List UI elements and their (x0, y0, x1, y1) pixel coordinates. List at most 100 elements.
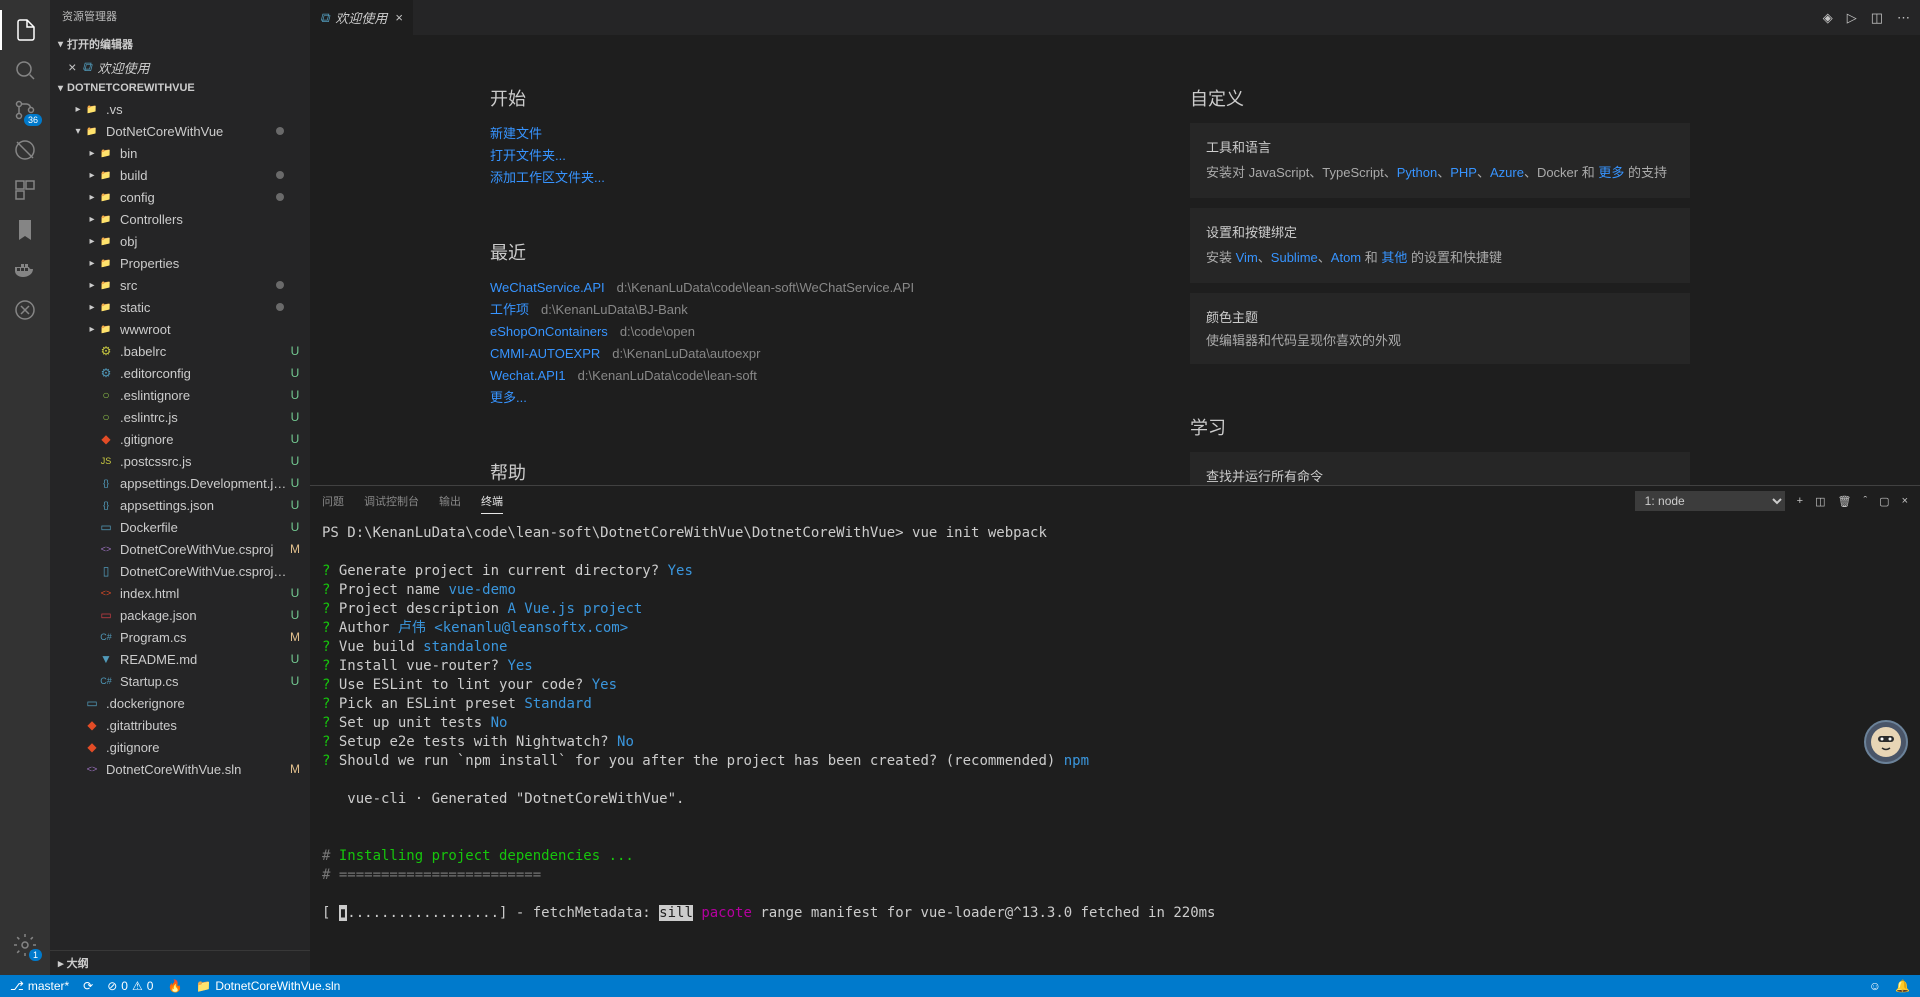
tree-item[interactable]: ○.eslintrc.jsU (50, 406, 310, 428)
search-icon[interactable] (0, 50, 50, 90)
panel-tab[interactable]: 终端 (481, 489, 503, 514)
maximize-icon[interactable]: ▢ (1879, 495, 1889, 508)
welcome-page: 开始 新建文件打开文件夹...添加工作区文件夹... 最近 WeChatServ… (310, 35, 1920, 485)
branch-item[interactable]: ⎇ master* (10, 979, 69, 993)
tree-item[interactable]: ○.eslintignoreU (50, 384, 310, 406)
close-icon[interactable]: × (395, 10, 403, 25)
recent-item[interactable]: CMMI-AUTOEXPRd:\KenanLuData\autoexpr (490, 343, 990, 365)
tree-item[interactable]: ▸📁.vs (50, 98, 310, 120)
more-icon[interactable]: ⋯ (1897, 10, 1910, 26)
customize-box[interactable]: 设置和按键绑定安装 Vim、Sublime、Atom 和 其他 的设置和快捷键 (1190, 208, 1690, 283)
start-link[interactable]: 打开文件夹... (490, 145, 990, 167)
tree-item[interactable]: JS.postcssrc.jsU (50, 450, 310, 472)
tab-actions: ◈ ▷ ◫ ⋯ (1823, 0, 1920, 35)
tree-item[interactable]: {}appsettings.jsonU (50, 494, 310, 516)
tree-item[interactable]: ▭.dockerignore (50, 692, 310, 714)
tree-item[interactable]: ◆.gitattributes (50, 714, 310, 736)
customize-box[interactable]: 颜色主题使编辑器和代码呈现你喜欢的外观 (1190, 293, 1690, 364)
project-header[interactable]: ▾DOTNETCOREWITHVUE (50, 78, 310, 98)
trash-icon[interactable]: 🗑 (1838, 495, 1852, 508)
customize-box[interactable]: 工具和语言安装对 JavaScript、TypeScript、Python、PH… (1190, 123, 1690, 198)
bell-icon[interactable]: 🔔 (1895, 979, 1910, 993)
start-link[interactable]: 新建文件 (490, 123, 990, 145)
tree-item[interactable]: ▸📁build (50, 164, 310, 186)
tree-item[interactable]: ▾📁DotNetCoreWithVue (50, 120, 310, 142)
start-heading: 开始 (490, 85, 990, 111)
close-panel-icon[interactable]: × (1902, 495, 1908, 507)
settings-badge: 1 (29, 949, 42, 961)
file-tree: ▸📁.vs▾📁DotNetCoreWithVue▸📁bin▸📁build▸📁co… (50, 98, 310, 950)
sln-item[interactable]: 📁 DotnetCoreWithVue.sln (196, 979, 340, 993)
extensions-icon[interactable] (0, 170, 50, 210)
open-editor-item[interactable]: × ⧉ 欢迎使用 (50, 56, 310, 78)
activity-bar: 36 1 (0, 0, 50, 975)
recent-item[interactable]: 工作项d:\KenanLuData\BJ-Bank (490, 299, 990, 321)
panel-tab[interactable]: 输出 (439, 489, 461, 514)
run-icon[interactable]: ▷ (1847, 10, 1857, 26)
learn-heading: 学习 (1190, 414, 1690, 440)
recent-heading: 最近 (490, 239, 990, 265)
feedback-icon[interactable]: ☺ (1869, 979, 1881, 993)
tree-item[interactable]: ◆.gitignore (50, 736, 310, 758)
welcome-right: 自定义 工具和语言安装对 JavaScript、TypeScript、Pytho… (1190, 65, 1690, 485)
terminal[interactable]: PS D:\KenanLuData\code\lean-soft\DotnetC… (310, 516, 1920, 975)
tree-item[interactable]: ▸📁bin (50, 142, 310, 164)
help-heading: 帮助 (490, 459, 990, 485)
more-link[interactable]: 更多... (490, 387, 990, 409)
tree-item[interactable]: C#Program.csM (50, 626, 310, 648)
tree-item[interactable]: ▯DotnetCoreWithVue.csproj.user (50, 560, 310, 582)
split-terminal-icon[interactable]: ◫ (1815, 495, 1825, 508)
settings-icon[interactable]: 1 (0, 925, 50, 965)
panel-tab[interactable]: 调试控制台 (364, 489, 419, 514)
sync-item[interactable]: ⟳ (83, 979, 93, 993)
tree-item[interactable]: C#Startup.csU (50, 670, 310, 692)
tree-item[interactable]: ⚙.babelrcU (50, 340, 310, 362)
tree-item[interactable]: ▭DockerfileU (50, 516, 310, 538)
welcome-left: 开始 新建文件打开文件夹...添加工作区文件夹... 最近 WeChatServ… (490, 65, 990, 485)
tree-item[interactable]: ⚙.editorconfigU (50, 362, 310, 384)
open-editors-header[interactable]: ▾打开的编辑器 (50, 32, 310, 56)
main-area: ⧉ 欢迎使用 × ◈ ▷ ◫ ⋯ 开始 新建文件打开文件夹...添加工作区文件夹… (310, 0, 1920, 975)
tree-item[interactable]: ◆.gitignoreU (50, 428, 310, 450)
sidebar-title: 资源管理器 (50, 0, 310, 32)
new-terminal-icon[interactable]: + (1797, 495, 1803, 507)
tree-item[interactable]: <>DotnetCoreWithVue.csprojM (50, 538, 310, 560)
scm-icon[interactable]: 36 (0, 90, 50, 130)
bookmark-icon[interactable] (0, 210, 50, 250)
tree-item[interactable]: ▭package.jsonU (50, 604, 310, 626)
flame-icon[interactable]: 🔥 (167, 979, 182, 993)
tree-item[interactable]: ▸📁src (50, 274, 310, 296)
panel-tabs: 问题调试控制台输出终端 1: node + ◫ 🗑 ˆ ▢ × (310, 486, 1920, 516)
panel-tab[interactable]: 问题 (322, 489, 344, 514)
terminal-select[interactable]: 1: node (1635, 491, 1785, 511)
tree-item[interactable]: ▸📁obj (50, 230, 310, 252)
tree-item[interactable]: ▸📁Controllers (50, 208, 310, 230)
split-icon[interactable]: ◫ (1871, 10, 1883, 26)
tree-item[interactable]: ▸📁wwwroot (50, 318, 310, 340)
tree-item[interactable]: ▸📁config (50, 186, 310, 208)
recent-item[interactable]: WeChatService.APId:\KenanLuData\code\lea… (490, 277, 990, 299)
customize-box[interactable]: 查找并运行所有命令使用命令面板快速访问和搜索命令 (Ctrl+Shift+P) (1190, 452, 1690, 485)
outline-header[interactable]: ▸ 大纲 (50, 950, 310, 975)
compass-icon[interactable]: ◈ (1823, 10, 1833, 26)
tree-item[interactable]: ▸📁Properties (50, 252, 310, 274)
explorer-icon[interactable] (0, 10, 50, 50)
docker-icon[interactable] (0, 250, 50, 290)
sidebar: 资源管理器 ▾打开的编辑器 × ⧉ 欢迎使用 ▾DOTNETCOREWITHVU… (50, 0, 310, 975)
chevron-up-icon[interactable]: ˆ (1863, 495, 1867, 507)
tree-item[interactable]: ▼README.mdU (50, 648, 310, 670)
start-link[interactable]: 添加工作区文件夹... (490, 167, 990, 189)
tree-item[interactable]: {}appsettings.Development.jsonU (50, 472, 310, 494)
recent-item[interactable]: eShopOnContainersd:\code\open (490, 321, 990, 343)
recent-item[interactable]: Wechat.API1d:\KenanLuData\code\lean-soft (490, 365, 990, 387)
live-icon[interactable] (0, 290, 50, 330)
tree-item[interactable]: ▸📁static (50, 296, 310, 318)
debug-icon[interactable] (0, 130, 50, 170)
tab-welcome[interactable]: ⧉ 欢迎使用 × (310, 0, 414, 35)
errors-item[interactable]: ⊘ 0 ⚠ 0 (107, 979, 153, 993)
tree-item[interactable]: <>index.htmlU (50, 582, 310, 604)
close-icon[interactable]: × (68, 59, 76, 75)
tree-item[interactable]: <>DotnetCoreWithVue.slnM (50, 758, 310, 780)
assistant-avatar[interactable] (1864, 720, 1908, 764)
panel-actions: 1: node + ◫ 🗑 ˆ ▢ × (1635, 491, 1908, 511)
